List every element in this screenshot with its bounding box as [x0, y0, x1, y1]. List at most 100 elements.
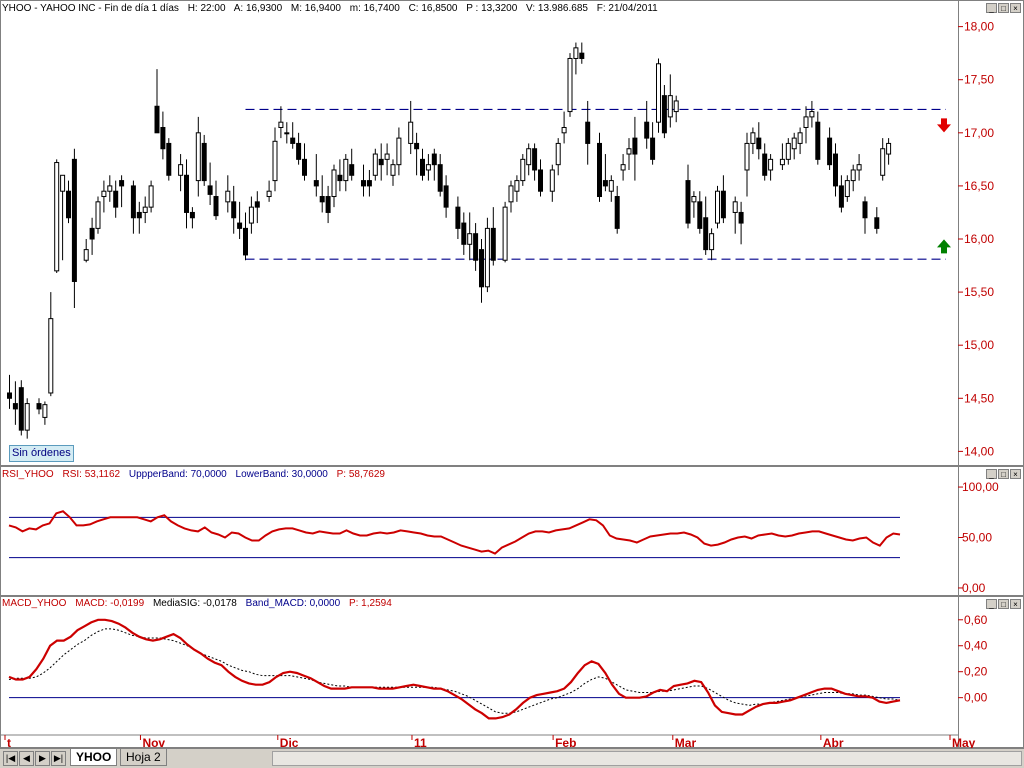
candle-body-down — [201, 142, 207, 182]
candle-body-up — [60, 174, 66, 192]
price-minimize-button[interactable]: _ — [986, 3, 997, 13]
macd-p: P: 1,2594 — [348, 598, 392, 609]
candle-body-up — [484, 227, 490, 288]
rsi-minimize-button[interactable]: _ — [986, 469, 997, 479]
candle-body-up — [408, 121, 414, 144]
candle-body-up — [809, 111, 815, 118]
candle-body-down — [756, 137, 762, 150]
candle-body-down — [762, 153, 768, 176]
y-tick-label: 18,00 — [964, 20, 994, 34]
rsi-maximize-button[interactable]: □ — [998, 469, 1009, 479]
candle-body-up — [83, 249, 89, 261]
candle-body-down — [231, 201, 237, 219]
candle-body-down — [602, 180, 608, 187]
candle-body-down — [154, 105, 160, 134]
rsi-close-button[interactable]: × — [1010, 469, 1021, 479]
candle-body-down — [597, 142, 602, 198]
candle — [656, 58, 661, 133]
candle-body-up — [396, 137, 402, 166]
candle-body-down — [184, 174, 189, 213]
candle-body-down — [414, 142, 420, 150]
candle — [567, 53, 573, 117]
candle-body-down — [685, 180, 691, 224]
last-sheet-button[interactable]: ▶| — [51, 751, 66, 766]
candle-body-down — [479, 249, 484, 288]
y-tick-label: 17,00 — [964, 126, 994, 140]
candle-body-down — [490, 227, 496, 261]
candle-body-up — [768, 158, 774, 171]
rsi-y-tick-label: 100,00 — [962, 480, 999, 494]
horizontal-scrollbar[interactable] — [272, 751, 1022, 766]
candle-body-up — [797, 132, 803, 144]
candle-body-up — [178, 164, 184, 176]
macd-minimize-button[interactable]: _ — [986, 599, 997, 609]
price-maximize-button[interactable]: □ — [998, 3, 1009, 13]
candle-body-up — [95, 201, 101, 229]
tab-hoja-2[interactable]: Hoja 2 — [120, 749, 167, 766]
candle-body-down — [614, 196, 620, 229]
macd-y-tick-label: 0,00 — [964, 691, 988, 705]
candle-body-up — [880, 148, 886, 176]
pane-border — [0, 466, 1024, 596]
tab-yhoo[interactable]: YHOO — [70, 749, 118, 766]
candle — [95, 196, 101, 234]
candle-body-down — [296, 142, 302, 160]
rsi-lower-band: LowerBand: 30,0000 — [235, 469, 328, 480]
candle-body-down — [160, 127, 166, 150]
price-chart[interactable]: 18,00 17,50 17,00 16,50 16,00 15,50 15,00 14,50… — [0, 0, 1024, 466]
candle-body-up — [656, 63, 661, 123]
candle-body-down — [461, 222, 467, 245]
price-field-high: M: 16,9400 — [290, 3, 341, 14]
candle-body-down — [738, 211, 744, 224]
candle-body-up — [225, 190, 231, 203]
macd-close-button[interactable]: × — [1010, 599, 1021, 609]
price-header: YHOO - YAHOO INC - Fin de día 1 días H: … — [2, 3, 664, 15]
y-tick-label: 14,50 — [964, 391, 994, 405]
candle-body-up — [709, 233, 715, 251]
candle-body-down — [207, 185, 213, 195]
price-field-close: C: 16,8500 — [408, 3, 458, 14]
sheet-tab-bar: |◀ ◀ ▶ ▶| YHOO Hoja 2 — [0, 748, 1024, 768]
macd-chart[interactable]: 0,60 0,40 0,20 0,00 t Nov Dic 11 Feb Mar Abr May — [0, 596, 1024, 748]
x-tick-label: Abr — [823, 736, 844, 748]
candle-body-down — [431, 153, 437, 166]
candle-body-up — [107, 185, 113, 192]
x-tick-label: Dic — [280, 736, 299, 748]
candle-body-down — [703, 217, 709, 251]
rsi-p: P: 58,7629 — [336, 469, 385, 480]
candle-body-up — [549, 169, 555, 192]
candle-body-up — [844, 180, 850, 198]
price-field-open: A: 16,9300 — [233, 3, 283, 14]
candle-body-up — [142, 206, 148, 213]
candle-body-down — [443, 185, 449, 208]
candle-body-down — [815, 121, 821, 160]
macd-maximize-button[interactable]: □ — [998, 599, 1009, 609]
first-sheet-button[interactable]: |◀ — [3, 751, 18, 766]
candle-body-down — [71, 158, 77, 282]
prev-sheet-button[interactable]: ◀ — [19, 751, 34, 766]
candle-body-up — [48, 318, 54, 394]
candle-body-up — [561, 127, 567, 134]
candle-body-up — [520, 158, 526, 182]
candle-body-up — [284, 132, 290, 135]
candle-body-up — [514, 180, 520, 192]
candle-body-up — [372, 153, 378, 176]
candle-body-down — [213, 196, 219, 217]
rsi-chart[interactable]: 100,00 50,00 0,00 — [0, 466, 1024, 596]
candle-body-down — [874, 217, 880, 229]
candle-body-up — [567, 57, 573, 113]
candle-body-up — [856, 164, 862, 171]
candle-body-up — [42, 404, 48, 418]
candle — [54, 159, 60, 273]
candle-body-up — [508, 185, 514, 203]
y-tick-label: 15,50 — [964, 285, 994, 299]
candle-body-down — [473, 233, 479, 261]
orders-status-badge[interactable]: Sin órdenes — [9, 445, 74, 462]
candle-body-down — [189, 211, 195, 219]
macd-y-tick-label: 0,40 — [964, 639, 988, 653]
candle-body-up — [750, 132, 756, 144]
price-close-button[interactable]: × — [1010, 3, 1021, 13]
next-sheet-button[interactable]: ▶ — [35, 751, 50, 766]
price-field-low: m: 16,7400 — [349, 3, 400, 14]
candle-body-down — [361, 180, 366, 187]
